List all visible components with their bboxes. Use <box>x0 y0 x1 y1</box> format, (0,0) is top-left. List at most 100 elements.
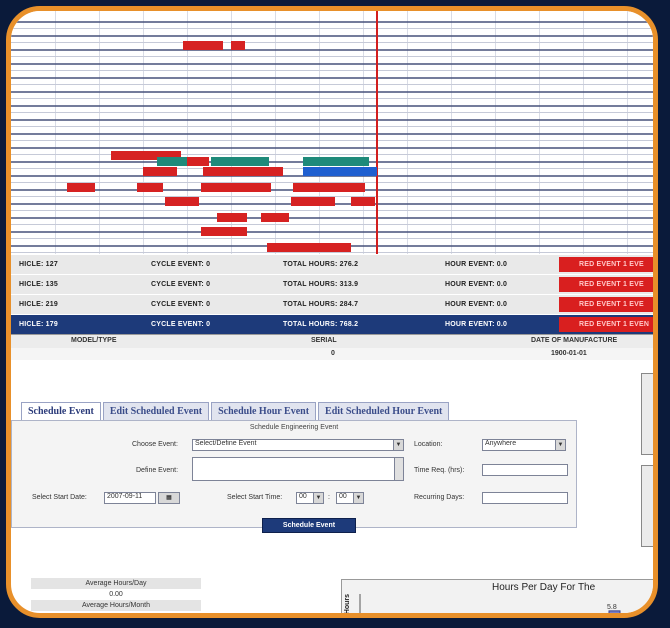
choose-event-value: Select/Define Event <box>195 440 257 447</box>
gantt-row-line <box>11 105 653 107</box>
side-panel-content <box>656 380 658 448</box>
gantt-event-bar[interactable] <box>351 197 375 206</box>
alert-badge[interactable]: RED EVENT 1 EVE <box>559 277 653 292</box>
gantt-event-bar[interactable] <box>157 157 191 166</box>
location-value: Anywhere <box>485 440 517 447</box>
gantt-event-bar[interactable] <box>261 213 289 222</box>
alert-badge[interactable]: RED EVENT 1 EVEN <box>559 317 653 332</box>
start-hour-select[interactable]: 00 ▼ <box>296 492 324 504</box>
recurring-days-input[interactable] <box>482 492 568 504</box>
start-date-input[interactable]: 2007-09-11 <box>104 492 156 504</box>
gantt-row-line <box>11 133 653 135</box>
summary-row[interactable]: HICLE: 135 CYCLE EVENT: 0 TOTAL HOURS: 3… <box>11 274 653 294</box>
chart-data-label: 2.7 <box>632 617 642 618</box>
chevron-down-icon: ▼ <box>393 440 403 450</box>
detail-value-row: 0 1900-01-01 <box>11 348 653 360</box>
gantt-row-subline <box>11 126 653 127</box>
gantt-event-bar[interactable] <box>203 167 283 176</box>
gantt-row-subline <box>11 210 653 211</box>
cycle-event: CYCLE EVENT: 0 <box>151 301 211 308</box>
gantt-row-subline <box>11 70 653 71</box>
tab-schedule-event[interactable]: Schedule Event <box>21 402 101 420</box>
vehicle-id: HICLE: 135 <box>19 281 58 288</box>
gantt-row-subline <box>11 252 653 253</box>
gantt-row-subline <box>11 224 653 225</box>
gantt-row-line <box>11 63 653 65</box>
gantt-timeline <box>11 11 653 254</box>
gantt-event-bar[interactable] <box>137 183 163 192</box>
gantt-row-line <box>11 217 653 219</box>
total-hours: TOTAL HOURS: 768.2 <box>283 321 359 328</box>
vehicle-id: HICLE: 179 <box>19 321 58 328</box>
time-separator: : <box>328 494 330 501</box>
gantt-event-bar[interactable] <box>303 157 369 166</box>
vehicle-summary-table: HICLE: 127 CYCLE EVENT: 0 TOTAL HOURS: 2… <box>11 254 653 360</box>
start-minute-select[interactable]: 00 ▼ <box>336 492 364 504</box>
start-time-label: Select Start Time: <box>227 494 283 501</box>
start-date-label: Select Start Date: <box>32 494 87 501</box>
average-hours-day-label: Average Hours/Day <box>31 578 201 589</box>
gantt-event-bar[interactable] <box>211 157 269 166</box>
total-hours: TOTAL HOURS: 313.9 <box>283 281 359 288</box>
start-minute-value: 00 <box>339 493 347 500</box>
calendar-icon[interactable]: ▦ <box>158 492 180 504</box>
choose-event-select[interactable]: Select/Define Event ▼ <box>192 439 404 451</box>
detail-header-row: MODEL/TYPE SERIAL DATE OF MANUFACTURE <box>11 334 653 348</box>
gantt-event-bar[interactable] <box>143 167 177 176</box>
average-hours-month-label: Average Hours/Month <box>31 600 201 611</box>
start-date-value: 2007-09-11 <box>107 493 143 500</box>
chevron-down-icon: ▼ <box>353 493 363 503</box>
recurring-days-label: Recurring Days: <box>414 494 465 501</box>
gantt-row-subline <box>11 154 653 155</box>
location-select[interactable]: Anywhere ▼ <box>482 439 566 451</box>
gantt-event-bar[interactable] <box>201 183 271 192</box>
current-time-line <box>376 11 378 254</box>
chart-plot: 2.60.00.00.00.00.00.00.00.00.05.82.7 <box>359 594 642 618</box>
tab-schedule-hour-event[interactable]: Schedule Hour Event <box>211 402 317 420</box>
gantt-event-bar[interactable] <box>165 197 199 206</box>
location-label: Location: <box>414 441 443 448</box>
gantt-row-subline <box>11 238 653 239</box>
textarea-scrollbar[interactable] <box>394 458 403 480</box>
average-hours-day-value: 0.00 <box>109 591 123 598</box>
side-panel-content <box>656 472 658 540</box>
tab-edit-scheduled-hour-event[interactable]: Edit Scheduled Hour Event <box>318 402 450 420</box>
schedule-event-button[interactable]: Schedule Event <box>262 518 356 533</box>
gantt-row-subline <box>11 84 653 85</box>
model-type-header: MODEL/TYPE <box>71 337 117 344</box>
usage-stats: Average Hours/Day 0.00 Average Hours/Mon… <box>31 578 201 611</box>
serial-header: SERIAL <box>311 337 337 344</box>
gantt-row-line <box>11 231 653 233</box>
chart-data-label: 5.8 <box>607 604 617 611</box>
hour-event: HOUR EVENT: 0.0 <box>445 281 508 288</box>
gantt-event-bar[interactable] <box>183 41 223 50</box>
gantt-event-bar[interactable] <box>201 227 247 236</box>
summary-row[interactable]: HICLE: 127 CYCLE EVENT: 0 TOTAL HOURS: 2… <box>11 254 653 274</box>
alert-badge[interactable]: RED EVENT 1 EVE <box>559 257 653 272</box>
gantt-event-bar[interactable] <box>231 41 245 50</box>
gantt-event-bar[interactable] <box>267 243 351 252</box>
chevron-down-icon: ▼ <box>313 493 323 503</box>
cycle-event: CYCLE EVENT: 0 <box>151 261 211 268</box>
summary-row[interactable]: HICLE: 219 CYCLE EVENT: 0 TOTAL HOURS: 2… <box>11 294 653 314</box>
gantt-event-bar[interactable] <box>303 167 377 176</box>
summary-row-selected[interactable]: HICLE: 179 CYCLE EVENT: 0 TOTAL HOURS: 7… <box>11 314 653 334</box>
gantt-event-bar[interactable] <box>293 183 365 192</box>
time-req-input[interactable] <box>482 464 568 476</box>
date-manufacture-header: DATE OF MANUFACTURE <box>531 337 618 344</box>
gantt-event-bar[interactable] <box>187 157 209 166</box>
gantt-row-subline <box>11 140 653 141</box>
gantt-row-subline <box>11 28 653 29</box>
gantt-event-bar[interactable] <box>67 183 95 192</box>
cycle-event: CYCLE EVENT: 0 <box>151 281 211 288</box>
tab-edit-scheduled-event[interactable]: Edit Scheduled Event <box>102 402 210 420</box>
total-hours: TOTAL HOURS: 276.2 <box>283 261 359 268</box>
hour-event: HOUR EVENT: 0.0 <box>445 321 508 328</box>
define-event-textarea[interactable] <box>192 457 404 481</box>
gantt-event-bar[interactable] <box>217 213 247 222</box>
gantt-row-subline <box>11 98 653 99</box>
hour-event: HOUR EVENT: 0.0 <box>445 261 508 268</box>
side-panel-top <box>641 373 658 455</box>
alert-badge[interactable]: RED EVENT 1 EVE <box>559 297 653 312</box>
gantt-event-bar[interactable] <box>291 197 335 206</box>
